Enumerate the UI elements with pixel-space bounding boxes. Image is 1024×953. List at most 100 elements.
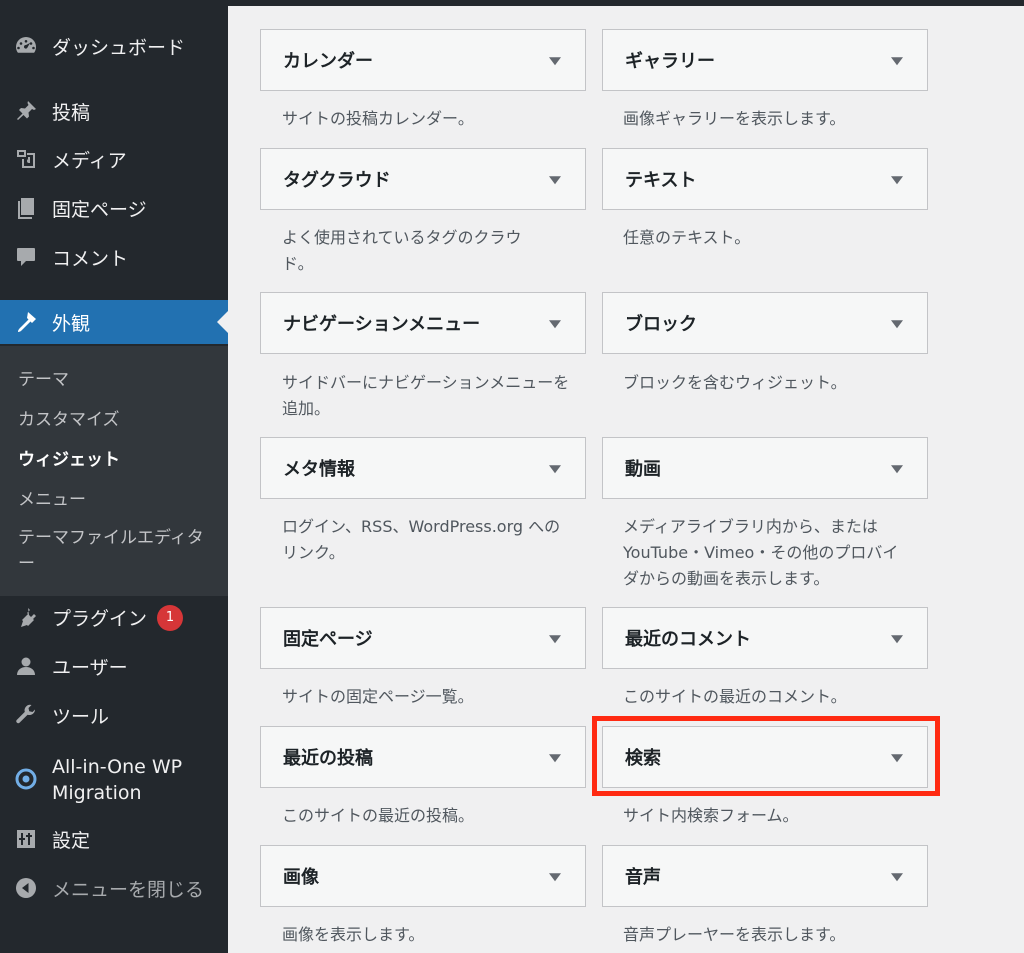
- widget-video[interactable]: 動画: [602, 437, 928, 499]
- chevron-down-icon[interactable]: [549, 57, 561, 66]
- sidebar-item-label: 投稿: [52, 101, 91, 124]
- sidebar-item-posts[interactable]: 投稿: [0, 91, 228, 131]
- top-bar: [228, 0, 1024, 6]
- widget-title: 最近のコメント: [625, 629, 751, 650]
- appearance-icon: [13, 309, 39, 335]
- page-icon: [13, 195, 39, 221]
- widget-search[interactable]: 検索: [602, 726, 928, 788]
- widget-title: 画像: [283, 867, 319, 888]
- sidebar-item-label: コメント: [52, 247, 129, 270]
- widget-meta[interactable]: メタ情報: [260, 437, 586, 499]
- sidebar-item-settings[interactable]: 設定: [0, 819, 228, 859]
- submenu-item-themes[interactable]: テーマ: [18, 365, 69, 390]
- user-icon: [13, 653, 39, 679]
- active-indicator: [217, 311, 228, 333]
- widget-description: 任意のテキスト。: [623, 228, 751, 247]
- chevron-down-icon[interactable]: [891, 754, 903, 763]
- admin-sidebar: ダッシュボード 投稿 メディア 固定ページ コメント 外観 テーマ カスタマイズ: [0, 0, 228, 953]
- widget-title: ナビゲーションメニュー: [283, 314, 481, 335]
- sidebar-item-label: 設定: [52, 829, 91, 852]
- chevron-down-icon[interactable]: [549, 465, 561, 474]
- chevron-down-icon[interactable]: [891, 873, 903, 882]
- migration-icon: [13, 766, 39, 792]
- sidebar-item-label: ダッシュボード: [52, 36, 186, 59]
- sidebar-item-label: 固定ページ: [52, 198, 147, 221]
- widget-title: 最近の投稿: [283, 748, 373, 769]
- chevron-down-icon[interactable]: [549, 320, 561, 329]
- widget-title: 動画: [625, 459, 661, 480]
- widget-title: テキスト: [625, 170, 697, 191]
- widget-description: 音声プレーヤーを表示します。: [623, 925, 846, 944]
- widget-navigation-menu[interactable]: ナビゲーションメニュー: [260, 292, 586, 354]
- sidebar-item-label: メディア: [52, 149, 127, 172]
- widget-text[interactable]: テキスト: [602, 148, 928, 210]
- widget-description: 画像ギャラリーを表示します。: [623, 109, 846, 128]
- chevron-down-icon[interactable]: [549, 873, 561, 882]
- collapse-menu-button[interactable]: メニューを閉じる: [0, 868, 228, 908]
- chevron-down-icon[interactable]: [891, 57, 903, 66]
- chevron-down-icon[interactable]: [891, 176, 903, 185]
- update-count-badge: 1: [157, 605, 184, 632]
- widget-title: ギャラリー: [625, 51, 715, 72]
- widget-audio[interactable]: 音声: [602, 845, 928, 907]
- chevron-down-icon[interactable]: [549, 635, 561, 644]
- comment-icon: [13, 244, 39, 270]
- widget-description: このサイトの最近の投稿。: [282, 806, 475, 825]
- sidebar-item-label: 外観: [52, 312, 91, 335]
- widget-recent-comments[interactable]: 最近のコメント: [602, 607, 928, 669]
- widget-gallery[interactable]: ギャラリー: [602, 29, 928, 91]
- widget-pages[interactable]: 固定ページ: [260, 607, 586, 669]
- widget-description: サイト内検索フォーム。: [623, 806, 799, 825]
- widget-description: サイトの投稿カレンダー。: [282, 109, 474, 128]
- sidebar-item-label: プラグイン 1: [52, 604, 184, 633]
- widget-recent-posts[interactable]: 最近の投稿: [260, 726, 586, 788]
- widget-description: サイトの固定ページ一覧。: [282, 687, 474, 706]
- chevron-down-icon[interactable]: [891, 465, 903, 474]
- sidebar-item-media[interactable]: メディア: [0, 139, 228, 179]
- chevron-down-icon[interactable]: [891, 635, 903, 644]
- sidebar-item-tools[interactable]: ツール: [0, 695, 228, 735]
- sidebar-item-pages[interactable]: 固定ページ: [0, 188, 228, 228]
- widget-description: よく使用されているタグのクラウド。: [282, 228, 522, 273]
- widget-title: 検索: [625, 748, 661, 769]
- widget-title: タグクラウド: [283, 170, 391, 191]
- submenu-item-customize[interactable]: カスタマイズ: [18, 405, 120, 430]
- widget-description: サイドバーにナビゲーションメニューを追加。: [282, 373, 570, 418]
- widget-title: カレンダー: [283, 51, 373, 72]
- pin-icon: [13, 98, 39, 124]
- wrench-icon: [13, 702, 39, 728]
- widget-description: このサイトの最近のコメント。: [623, 687, 847, 706]
- widget-title: ブロック: [625, 314, 697, 335]
- submenu-item-menus[interactable]: メニュー: [18, 485, 86, 510]
- widget-title: 固定ページ: [283, 629, 373, 650]
- chevron-down-icon[interactable]: [549, 176, 561, 185]
- submenu-item-theme-editor[interactable]: テーマファイルエディター: [18, 525, 208, 577]
- widget-title: メタ情報: [283, 459, 355, 480]
- plugins-label: プラグイン: [52, 607, 148, 630]
- widget-title: 音声: [625, 867, 661, 888]
- widget-description: ログイン、RSS、WordPress.org へのリンク。: [282, 517, 561, 562]
- sidebar-item-all-in-one-wp-migration[interactable]: All-in-One WP Migration: [0, 752, 228, 808]
- sidebar-item-label: メニューを閉じる: [52, 878, 205, 901]
- sidebar-item-label: All-in-One WP Migration: [52, 756, 183, 804]
- appearance-submenu: テーマ カスタマイズ ウィジェット メニュー テーマファイルエディター: [0, 346, 228, 596]
- plugin-icon: [13, 605, 39, 631]
- collapse-icon: [13, 875, 39, 901]
- widget-description: メディアライブラリ内から、または YouTube・Vimeo・その他のプロバイダ…: [623, 517, 899, 588]
- chevron-down-icon[interactable]: [891, 320, 903, 329]
- sidebar-item-dashboard[interactable]: ダッシュボード: [0, 26, 228, 66]
- sidebar-item-plugins[interactable]: プラグイン 1: [0, 598, 228, 638]
- submenu-item-widgets[interactable]: ウィジェット: [18, 445, 120, 470]
- widget-tag-cloud[interactable]: タグクラウド: [260, 148, 586, 210]
- widget-image[interactable]: 画像: [260, 845, 586, 907]
- chevron-down-icon[interactable]: [549, 754, 561, 763]
- sidebar-item-appearance[interactable]: 外観: [0, 300, 228, 344]
- sidebar-item-label: ユーザー: [52, 656, 128, 679]
- widget-calendar[interactable]: カレンダー: [260, 29, 586, 91]
- widget-description: ブロックを含むウィジェット。: [623, 373, 847, 392]
- sidebar-item-comments[interactable]: コメント: [0, 237, 228, 277]
- sidebar-item-label: ツール: [52, 705, 110, 728]
- sidebar-item-users[interactable]: ユーザー: [0, 646, 228, 686]
- dashboard-icon: [13, 33, 39, 59]
- widget-block[interactable]: ブロック: [602, 292, 928, 354]
